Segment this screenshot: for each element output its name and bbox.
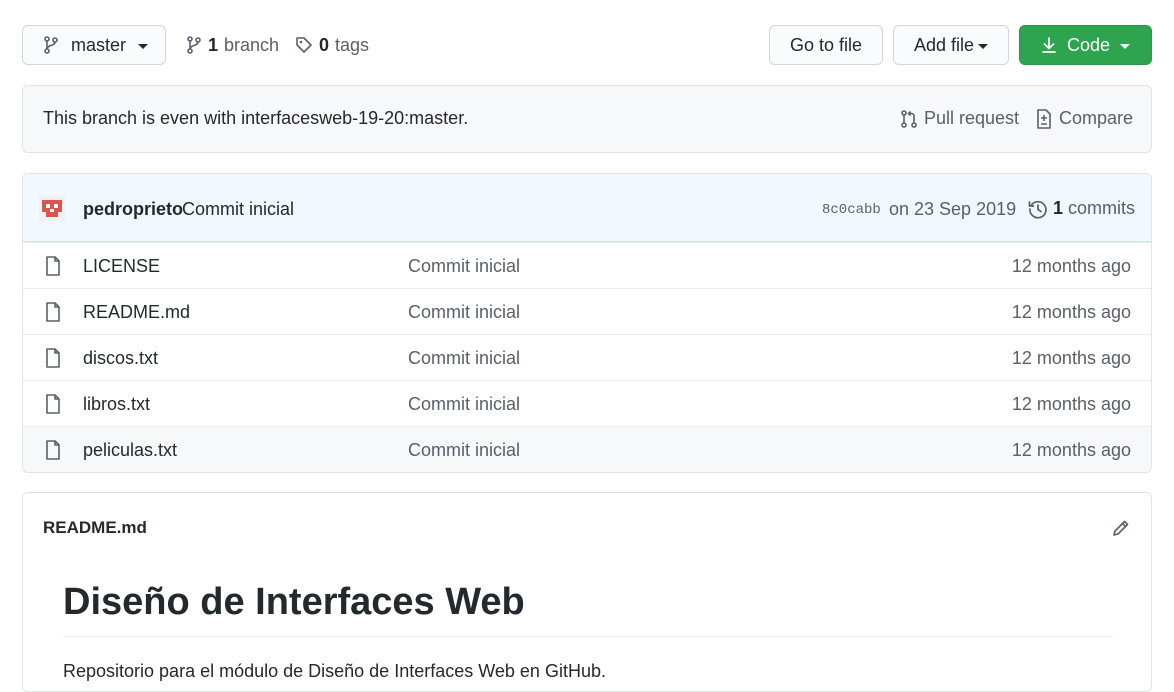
pencil-icon[interactable] [1111, 518, 1131, 538]
file-name[interactable]: discos.txt [83, 348, 158, 369]
file-icon [45, 440, 61, 460]
compare-label: Compare [1059, 108, 1134, 128]
branch-name: master [71, 34, 127, 55]
tag-icon [295, 36, 313, 54]
git-branch-icon [186, 36, 202, 54]
tag-label: tags [335, 34, 370, 55]
go-to-file-label: Go to file [789, 34, 863, 55]
file-name[interactable]: LICENSE [83, 256, 160, 277]
commit-message[interactable]: Commit inicial [182, 199, 294, 220]
latest-commit-bar: pedroprieto Commit inicial 8c0cabb on 23… [23, 174, 1151, 242]
file-icon [45, 302, 61, 322]
commits-link[interactable]: 1 commits [1028, 198, 1135, 219]
chevron-down-icon [1120, 43, 1131, 49]
branch-select-button[interactable]: master [22, 25, 166, 65]
readme-heading: Diseño de Interfaces Web [63, 581, 1113, 637]
file-name[interactable]: libros.txt [83, 394, 150, 415]
chevron-down-icon [138, 43, 149, 49]
file-commit-message[interactable]: Commit inicial [408, 394, 520, 415]
code-label: Code [1066, 34, 1111, 55]
file-icon [45, 394, 61, 414]
chevron-down-icon [978, 43, 989, 49]
readme-filename[interactable]: README.md [43, 518, 147, 538]
branch-count: 1 [208, 34, 219, 55]
add-file-label: Add file [913, 34, 975, 55]
go-to-file-button[interactable]: Go to file [769, 25, 883, 65]
branch-status-message: This branch is even with interfacesweb-1… [43, 108, 469, 128]
table-row: peliculas.txt Commit inicial 12 months a… [23, 426, 1151, 472]
file-age: 12 months ago [1011, 256, 1131, 276]
git-branch-icon [43, 36, 59, 54]
repo-toolbar: master 1 branch 0 tags Go to file Add fi… [22, 25, 1152, 65]
commit-count-label: commits [1068, 198, 1136, 218]
file-table: pedroprieto Commit inicial 8c0cabb on 23… [22, 173, 1152, 473]
file-age: 12 months ago [1011, 348, 1131, 368]
commit-sha[interactable]: 8c0cabb [822, 202, 881, 218]
readme-panel: README.md Diseño de Interfaces Web Repos… [22, 492, 1152, 692]
table-row: README.md Commit inicial 12 months ago [23, 288, 1151, 334]
file-age: 12 months ago [1011, 302, 1131, 322]
download-icon [1041, 36, 1057, 54]
file-commit-message[interactable]: Commit inicial [408, 440, 520, 461]
file-name[interactable]: README.md [83, 302, 190, 323]
diff-icon [1035, 108, 1053, 129]
file-age: 12 months ago [1011, 394, 1131, 414]
readme-header: README.md [23, 493, 1151, 563]
readme-paragraph: Repositorio para el módulo de Diseño de … [63, 661, 606, 681]
pull-request-link[interactable]: Pull request [900, 108, 1019, 129]
table-row: libros.txt Commit inicial 12 months ago [23, 380, 1151, 426]
avatar[interactable] [39, 195, 65, 221]
file-commit-message[interactable]: Commit inicial [408, 302, 520, 323]
tag-count: 0 [319, 34, 330, 55]
code-button[interactable]: Code [1019, 25, 1152, 65]
table-row: discos.txt Commit inicial 12 months ago [23, 334, 1151, 380]
branches-link[interactable]: 1 branch [186, 25, 279, 65]
history-icon [1028, 199, 1048, 219]
branch-status-box: This branch is even with interfacesweb-1… [22, 85, 1152, 153]
commit-date: on 23 Sep 2019 [889, 199, 1017, 219]
commit-count: 1 [1053, 198, 1064, 218]
tags-link[interactable]: 0 tags [295, 25, 369, 65]
file-name[interactable]: peliculas.txt [83, 440, 177, 461]
table-row: LICENSE Commit inicial 12 months ago [23, 242, 1151, 288]
compare-link[interactable]: Compare [1035, 108, 1133, 129]
commit-author[interactable]: pedroprieto [83, 199, 183, 220]
pull-request-label: Pull request [924, 108, 1020, 128]
file-commit-message[interactable]: Commit inicial [408, 256, 520, 277]
branch-label: branch [224, 34, 280, 55]
file-commit-message[interactable]: Commit inicial [408, 348, 520, 369]
pull-request-icon [900, 109, 918, 128]
file-icon [45, 348, 61, 368]
add-file-button[interactable]: Add file [893, 25, 1009, 65]
file-icon [45, 256, 61, 276]
file-age: 12 months ago [1011, 440, 1131, 460]
